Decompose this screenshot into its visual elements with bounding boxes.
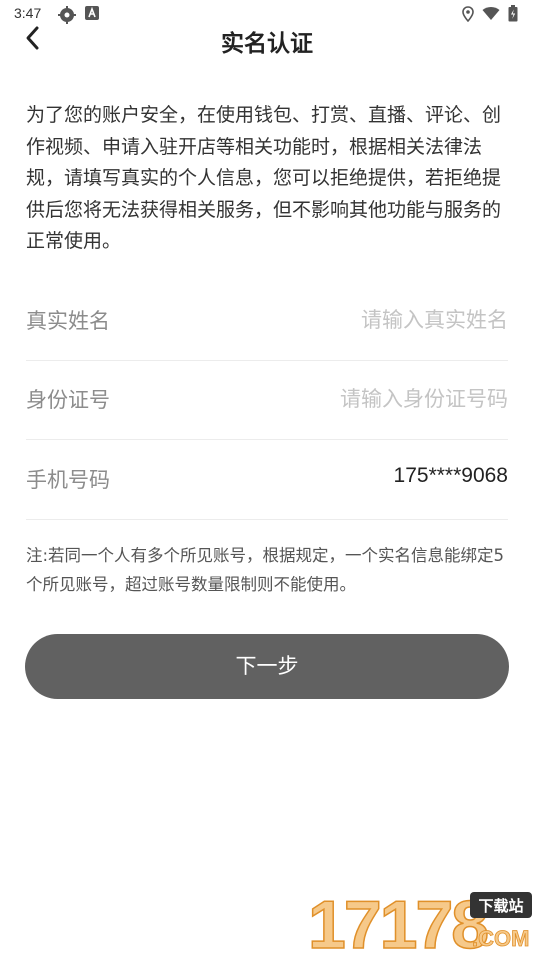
note-text: 注:若同一个人有多个所见账号，根据规定，一个实名信息能绑定5个所见账号，超过账号… (26, 546, 505, 594)
name-input[interactable] (208, 300, 508, 340)
watermark-domain: .COM (472, 926, 529, 950)
intro-text: 为了您的账户安全，在使用钱包、打赏、直播、评论、创作视频、申请入驻开店等相关功能… (26, 104, 502, 252)
phone-label: 手机号码 (26, 468, 110, 492)
id-number-input[interactable] (208, 379, 508, 419)
name-label: 真实姓名 (26, 309, 110, 333)
id-number-row: 身份证号 (26, 361, 508, 440)
id-number-label: 身份证号 (26, 388, 110, 412)
phone-value: 175****9068 (393, 464, 508, 487)
site-watermark: 17178 下载站 .COM (307, 882, 534, 954)
watermark-tag: 下载站 (478, 897, 523, 915)
page-title: 实名认证 (221, 31, 313, 57)
watermark-number: 17178 (308, 887, 487, 950)
next-button[interactable]: 下一步 (25, 634, 509, 699)
name-row: 真实姓名 (26, 282, 508, 361)
phone-row: 手机号码 175****9068 (26, 441, 508, 520)
status-time: 3:47 (14, 5, 42, 21)
nav-bar: 实名认证 (0, 20, 534, 60)
